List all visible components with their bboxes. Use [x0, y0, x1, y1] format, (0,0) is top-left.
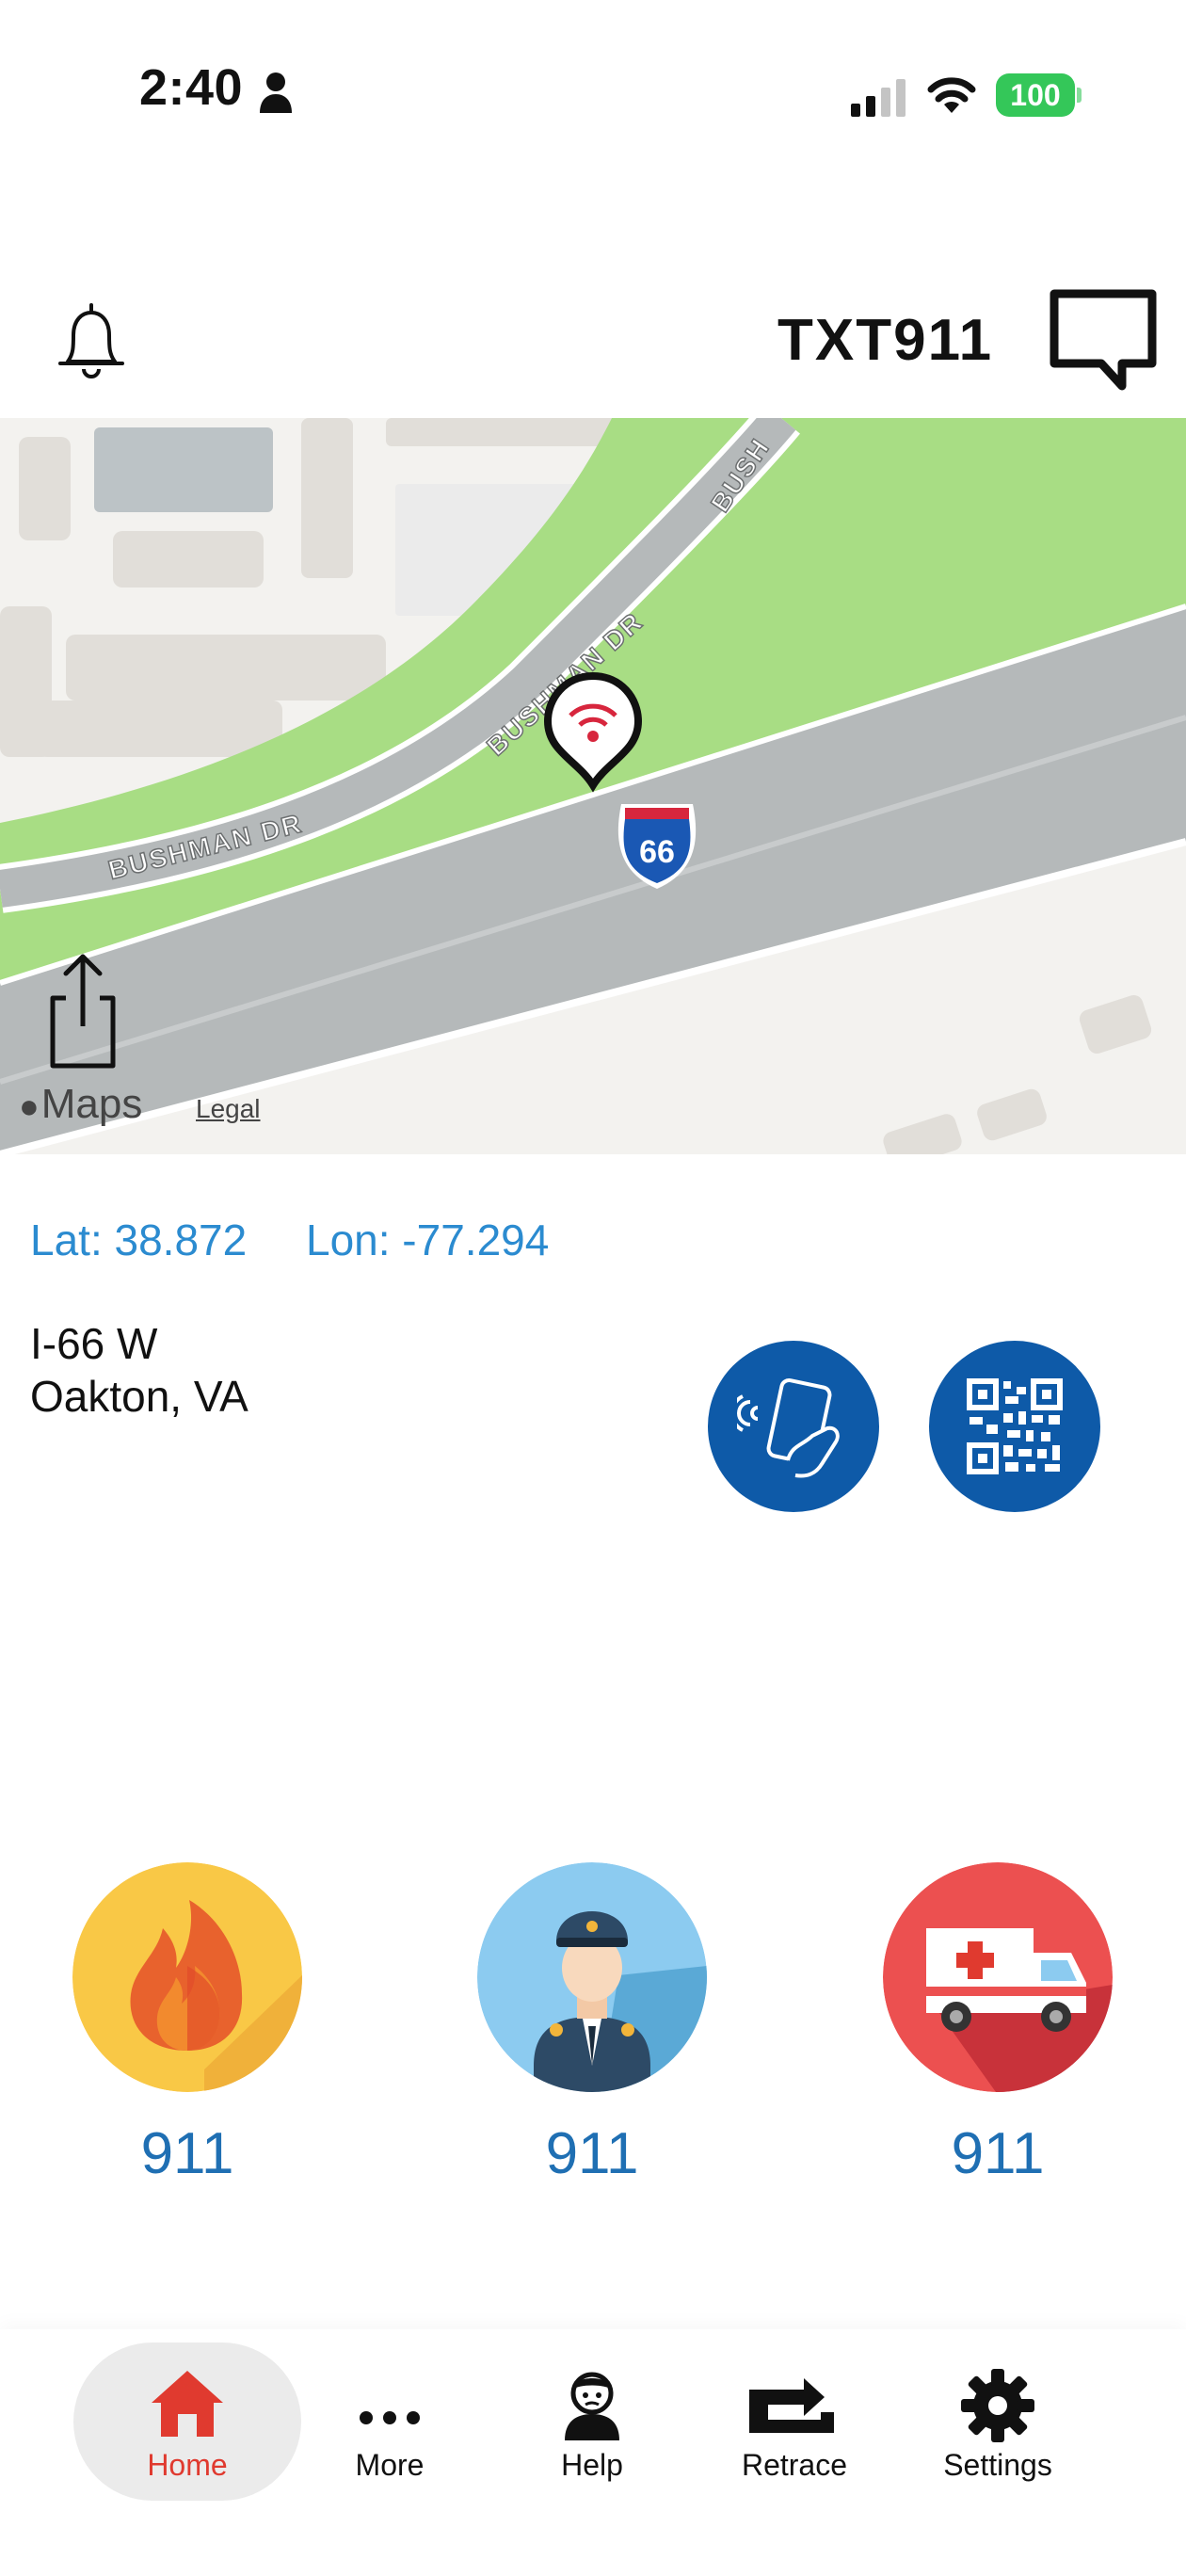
app-title: TXT911 [777, 308, 994, 373]
tab-home[interactable]: Home [73, 2343, 301, 2501]
fire-911-label[interactable]: 911 [72, 2120, 302, 2187]
retrace-icon [749, 2378, 834, 2433]
latitude-text: Lat: 38.872 [30, 1216, 248, 1264]
person-icon [260, 72, 292, 113]
ems-911-label[interactable]: 911 [883, 2120, 1113, 2187]
gear-icon [961, 2369, 1034, 2442]
police-911-label[interactable]: 911 [477, 2120, 707, 2187]
qr-code-button[interactable] [929, 1341, 1100, 1512]
tab-label: Settings [943, 2448, 1052, 2482]
tab-help[interactable]: Help [498, 2343, 686, 2503]
map-canvas: BUSHMAN DR BUSHMAN DR BUSH 66 [0, 418, 1186, 1154]
address-line-2: Oakton, VA [30, 1372, 248, 1421]
police-911-button[interactable] [477, 1862, 707, 2092]
tab-settings[interactable]: Settings [904, 2343, 1092, 2503]
home-icon [152, 2371, 223, 2437]
police-officer-icon [477, 1862, 707, 2092]
ems-911-button[interactable] [883, 1862, 1113, 2092]
nfc-button[interactable] [708, 1341, 879, 1512]
legal-link[interactable]: Legal [196, 1094, 261, 1124]
ambulance-icon [883, 1862, 1113, 2092]
battery-level: 100 [1010, 78, 1061, 112]
tab-label: Help [561, 2448, 623, 2482]
longitude-text: Lon: -77.294 [306, 1216, 550, 1264]
chat-bubble-icon[interactable] [1049, 288, 1158, 394]
tab-more[interactable]: More [296, 2343, 484, 2503]
cellular-signal-icon [851, 79, 906, 117]
battery-indicator: 100 [996, 73, 1082, 117]
nfc-phone-icon [737, 1377, 840, 1478]
more-dots-icon [360, 2411, 420, 2424]
share-icon[interactable] [38, 951, 128, 1071]
shield-number: 66 [639, 834, 675, 870]
tab-retrace[interactable]: Retrace [700, 2343, 889, 2503]
qr-code-icon [967, 1378, 1063, 1474]
help-person-icon [565, 2372, 619, 2440]
tab-label: Retrace [741, 2448, 848, 2482]
tab-label: Home [147, 2448, 228, 2482]
bell-icon[interactable] [53, 299, 130, 386]
maps-attribution: ●Maps [19, 1081, 143, 1127]
fire-911-button[interactable] [72, 1862, 302, 2092]
address-line-1: I-66 W [30, 1319, 158, 1368]
fire-icon [72, 1862, 302, 2092]
tab-label: More [355, 2448, 425, 2482]
status-time: 2:40 [139, 59, 244, 116]
wifi-icon [927, 77, 976, 113]
map-view[interactable]: BUSHMAN DR BUSHMAN DR BUSH 66 [0, 418, 1186, 1154]
